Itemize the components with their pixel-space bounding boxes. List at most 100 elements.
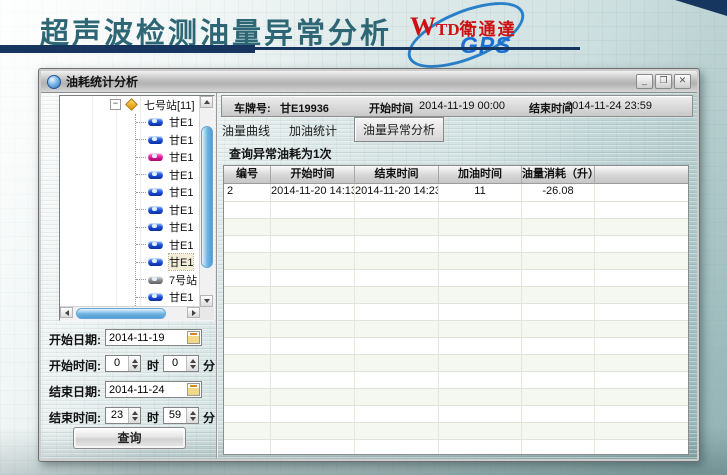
tree-item[interactable]: 甘E1: [60, 289, 214, 307]
collapse-expander-icon[interactable]: −: [110, 99, 121, 110]
start-minute-stepper[interactable]: 0: [163, 355, 199, 372]
query-button[interactable]: 查询: [73, 427, 186, 449]
table-cell: [224, 355, 271, 371]
tree-item[interactable]: 甘E1: [60, 131, 214, 149]
table-cell: [522, 287, 595, 303]
minimize-button[interactable]: _: [636, 74, 653, 89]
table-cell: [355, 219, 439, 235]
tree-item[interactable]: 甘E1: [60, 114, 214, 132]
tree-item[interactable]: 甘E1: [60, 236, 214, 254]
table-cell: [271, 321, 355, 337]
tab-1[interactable]: 油量曲线: [220, 119, 272, 142]
vehicle-icon: [148, 241, 163, 249]
column-header-filler: [595, 166, 688, 183]
table-cell: [595, 253, 688, 269]
tab-2[interactable]: 加油统计: [287, 119, 339, 142]
table-row: [224, 372, 688, 389]
stepper-arrows[interactable]: [128, 356, 140, 371]
window-titlebar[interactable]: 油耗统计分析 _ ❐ ✕: [41, 71, 697, 93]
tree-item[interactable]: 7号站: [60, 271, 214, 289]
table-cell: [224, 287, 271, 303]
table-cell: [595, 372, 688, 388]
tree-connector-icon: [136, 244, 146, 245]
scroll-right-arrow[interactable]: [187, 307, 200, 318]
tree-connector-icon: [136, 227, 146, 228]
table-cell: [439, 304, 522, 320]
tree-root-node[interactable]: − 七号站[11]: [60, 96, 214, 114]
table-row: [224, 236, 688, 253]
scroll-down-arrow[interactable]: [200, 295, 213, 307]
end-date-calendar-icon[interactable]: [187, 383, 200, 396]
start-date-calendar-icon[interactable]: [187, 331, 200, 344]
scroll-up-arrow[interactable]: [200, 96, 213, 108]
start-hour-stepper[interactable]: 0: [105, 355, 141, 372]
tree-connector-icon: [136, 297, 146, 298]
table-row: [224, 423, 688, 440]
end-hour-stepper[interactable]: 23: [105, 407, 141, 424]
column-header[interactable]: 开始时间: [271, 166, 355, 183]
vehicle-tree[interactable]: − 七号站[11] 甘E1甘E1甘E1甘E1甘E1甘E1甘E1甘E1甘E17号站…: [59, 95, 215, 321]
column-header[interactable]: 加油时间: [439, 166, 522, 183]
column-header[interactable]: 结束时间: [355, 166, 439, 183]
end-minute-stepper[interactable]: 59: [163, 407, 199, 424]
tree-item[interactable]: 甘E1: [60, 201, 214, 219]
minute-unit-label: 分: [203, 409, 215, 426]
table-cell: [595, 389, 688, 405]
stepper-arrows[interactable]: [186, 356, 198, 371]
table-cell: [271, 270, 355, 286]
tree-item[interactable]: 甘E1: [60, 166, 214, 184]
end-minute-value[interactable]: 59: [164, 408, 186, 423]
stepper-arrows[interactable]: [128, 408, 140, 423]
column-header[interactable]: 油量消耗（升）: [522, 166, 595, 183]
table-row[interactable]: 22014-11-20 14:13...2014-11-20 14:23...1…: [224, 184, 688, 202]
table-cell: [355, 372, 439, 388]
horizontal-scroll-thumb[interactable]: [76, 308, 166, 319]
tree-item[interactable]: 甘E1: [60, 254, 214, 272]
stepper-arrows[interactable]: [186, 408, 198, 423]
tree-item[interactable]: 甘E1: [60, 219, 214, 237]
table-cell: [439, 406, 522, 422]
column-header[interactable]: 编号: [224, 166, 271, 183]
start-minute-value[interactable]: 0: [164, 356, 186, 371]
tree-connector-icon: [136, 262, 146, 263]
close-button[interactable]: ✕: [674, 74, 691, 89]
table-cell: [355, 355, 439, 371]
up-triangle-icon: [190, 411, 196, 415]
table-cell: [595, 355, 688, 371]
tree-vertical-scrollbar[interactable]: [199, 96, 214, 307]
start-hour-value[interactable]: 0: [106, 356, 128, 371]
tree-root-label: 七号站[11]: [144, 97, 195, 113]
table-cell: [595, 406, 688, 422]
tab-bar: 油量曲线加油统计油量异常分析: [220, 121, 444, 142]
window-title: 油耗统计分析: [66, 73, 138, 90]
table-cell: [271, 338, 355, 354]
table-cell: [522, 219, 595, 235]
table-cell: [355, 253, 439, 269]
table-cell: [224, 304, 271, 320]
restore-button[interactable]: ❐: [655, 74, 672, 89]
table-cell: [271, 372, 355, 388]
vertical-scroll-thumb[interactable]: [201, 126, 213, 268]
table-row: [224, 355, 688, 372]
table-row: [224, 440, 688, 455]
tree-horizontal-scrollbar[interactable]: [60, 306, 200, 320]
up-triangle-icon: [204, 100, 210, 104]
table-cell: [355, 440, 439, 455]
scroll-left-arrow[interactable]: [60, 307, 73, 318]
tree-item[interactable]: 甘E1: [60, 149, 214, 167]
table-cell: [522, 236, 595, 252]
table-cell: [522, 389, 595, 405]
tree-item-label: 甘E1: [169, 289, 193, 305]
table-cell: [224, 253, 271, 269]
tree-connector-icon: [136, 139, 146, 140]
table-row: [224, 219, 688, 236]
tab-3[interactable]: 油量异常分析: [354, 117, 444, 142]
fuel-stats-window: 油耗统计分析 _ ❐ ✕ − 七号站[11] 甘E1甘E1甘E1甘E1甘E1甘E…: [38, 68, 700, 462]
table-cell: [271, 440, 355, 455]
table-cell: [224, 423, 271, 439]
up-triangle-icon: [132, 359, 138, 363]
tree-item[interactable]: 甘E1: [60, 184, 214, 202]
table-row: [224, 406, 688, 423]
tree-connector-icon: [136, 192, 146, 193]
end-hour-value[interactable]: 23: [106, 408, 128, 423]
